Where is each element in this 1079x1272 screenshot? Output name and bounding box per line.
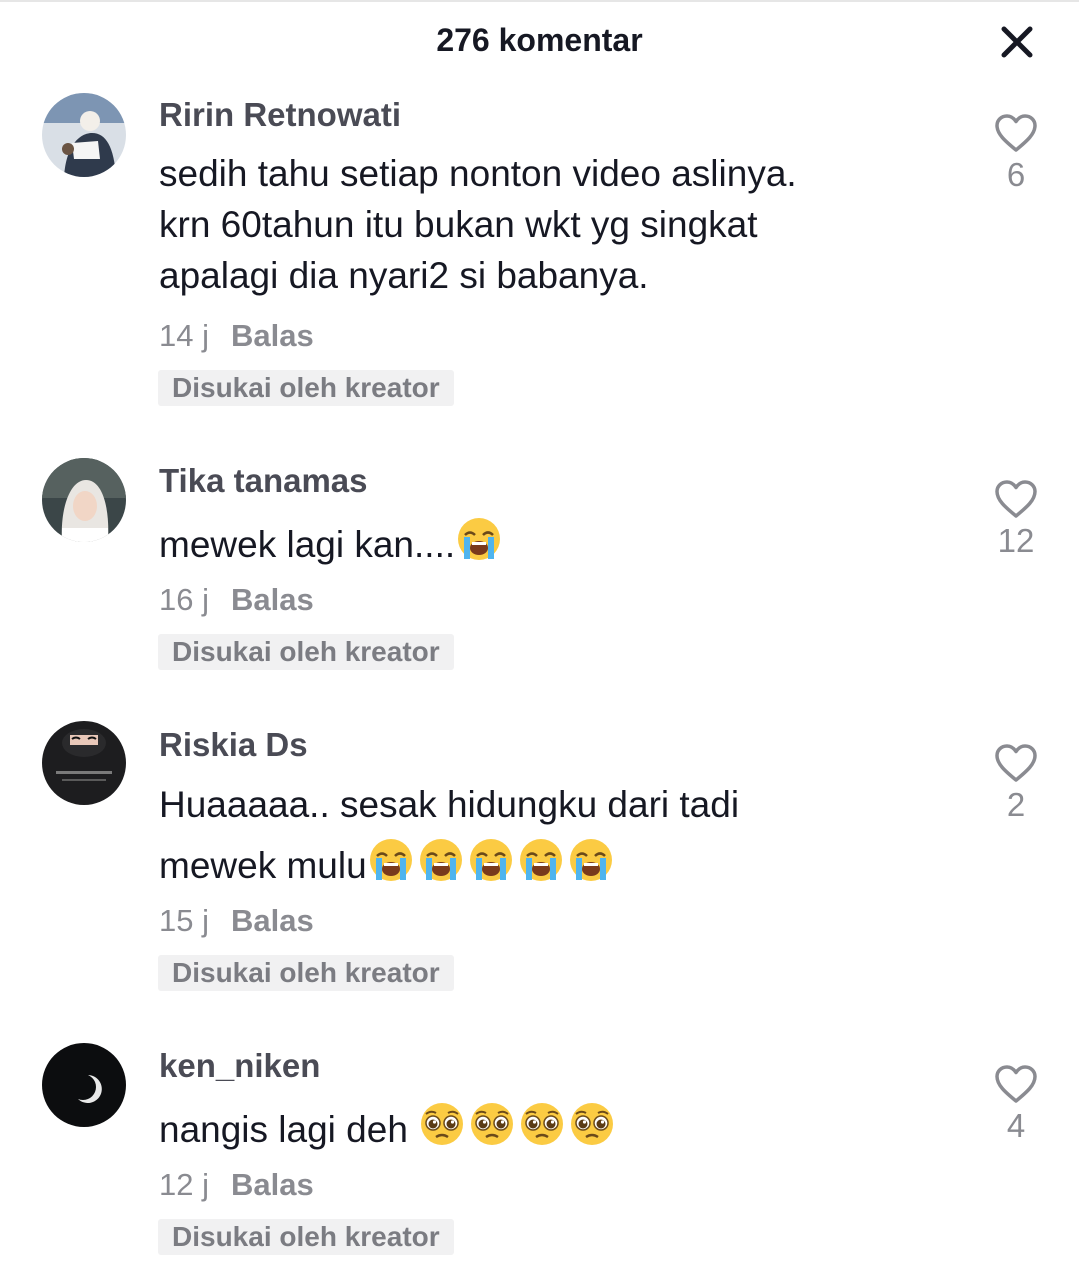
comment-text-line: sedih tahu setiap nonton video aslinya.: [159, 153, 797, 194]
comment-text: Huaaaaa.. sesak hidungku dari tadi mewek…: [159, 779, 939, 891]
reply-button[interactable]: Balas: [231, 903, 314, 938]
like-count: 2: [1006, 786, 1026, 823]
comment-text-line: mewek mulu: [159, 836, 939, 891]
like-button[interactable]: 4: [984, 1063, 1048, 1145]
creator-liked-badge: Disukai oleh kreator: [158, 955, 454, 991]
comment-text-line: krn 60tahun itu bukan wkt yg singkat: [159, 204, 758, 245]
like-button[interactable]: 6: [984, 112, 1048, 194]
creator-liked-badge: Disukai oleh kreator: [158, 634, 454, 670]
comment-text-line: apalagi dia nyari2 si babanya.: [159, 255, 649, 296]
comment-text-content: mewek mulu: [159, 845, 367, 886]
comment-text-line: nangis lagi deh: [159, 1100, 939, 1155]
avatar[interactable]: [42, 93, 126, 177]
heart-outline-icon: [995, 114, 1037, 152]
heart-outline-icon: [995, 744, 1037, 782]
pleading-face-emoji: [421, 1103, 464, 1145]
comment-meta: 12 j Balas: [159, 1167, 314, 1203]
loudly-crying-face-emoji: [419, 839, 462, 881]
avatar[interactable]: [42, 1043, 126, 1127]
like-button[interactable]: 12: [984, 478, 1048, 560]
comment-username[interactable]: Tika tanamas: [159, 462, 368, 500]
comment-text-line: Huaaaaa.. sesak hidungku dari tadi: [159, 784, 740, 825]
pleading-face-emoji: [471, 1103, 514, 1145]
comment-text: nangis lagi deh: [159, 1100, 939, 1155]
loudly-crying-face-emoji: [369, 839, 412, 881]
avatar[interactable]: [42, 721, 126, 805]
like-count: 12: [997, 522, 1035, 559]
avatar[interactable]: [42, 458, 126, 542]
like-button[interactable]: 2: [984, 742, 1048, 824]
close-icon: [1001, 26, 1033, 58]
comment-time: 15 j: [159, 903, 209, 938]
loudly-crying-face-emoji: [569, 839, 612, 881]
comment-meta: 16 j Balas: [159, 582, 314, 618]
creator-liked-badge: Disukai oleh kreator: [158, 370, 454, 406]
comments-panel: 276 komentar Ririn Retnowati sedih tahu …: [0, 0, 1079, 1272]
comment-meta: 15 j Balas: [159, 903, 314, 939]
creator-liked-badge: Disukai oleh kreator: [158, 1219, 454, 1255]
comment-time: 12 j: [159, 1167, 209, 1202]
loudly-crying-face-emoji: [469, 839, 512, 881]
comment-text: sedih tahu setiap nonton video aslinya. …: [159, 148, 939, 301]
loudly-crying-face-emoji: [458, 518, 501, 560]
reply-button[interactable]: Balas: [231, 1167, 314, 1202]
reply-button[interactable]: Balas: [231, 318, 314, 353]
comment-time: 16 j: [159, 582, 209, 617]
comment-text: mewek lagi kan....: [159, 515, 939, 570]
like-count: 4: [1006, 1107, 1026, 1144]
close-button[interactable]: [993, 18, 1041, 66]
comment-username[interactable]: ken_niken: [159, 1047, 320, 1085]
reply-button[interactable]: Balas: [231, 582, 314, 617]
heart-outline-icon: [995, 1065, 1037, 1103]
like-count: 6: [1006, 156, 1026, 193]
comment-username[interactable]: Riskia Ds: [159, 726, 308, 764]
comment-meta: 14 j Balas: [159, 318, 314, 354]
comment-time: 14 j: [159, 318, 209, 353]
pleading-face-emoji: [571, 1103, 614, 1145]
heart-outline-icon: [995, 480, 1037, 518]
comment-text-content: mewek lagi kan....: [159, 524, 456, 565]
emoji-row: [367, 836, 615, 884]
comment-username[interactable]: Ririn Retnowati: [159, 96, 401, 134]
loudly-crying-face-emoji: [519, 839, 562, 881]
pleading-face-emoji: [521, 1103, 564, 1145]
comment-text-line: mewek lagi kan....: [159, 515, 939, 570]
comments-header: 276 komentar: [0, 0, 1079, 84]
emoji-row: [418, 1100, 616, 1148]
comment-text-content: nangis lagi deh: [159, 1109, 419, 1150]
comments-count-title: 276 komentar: [436, 22, 643, 58]
emoji-row: [455, 515, 503, 563]
